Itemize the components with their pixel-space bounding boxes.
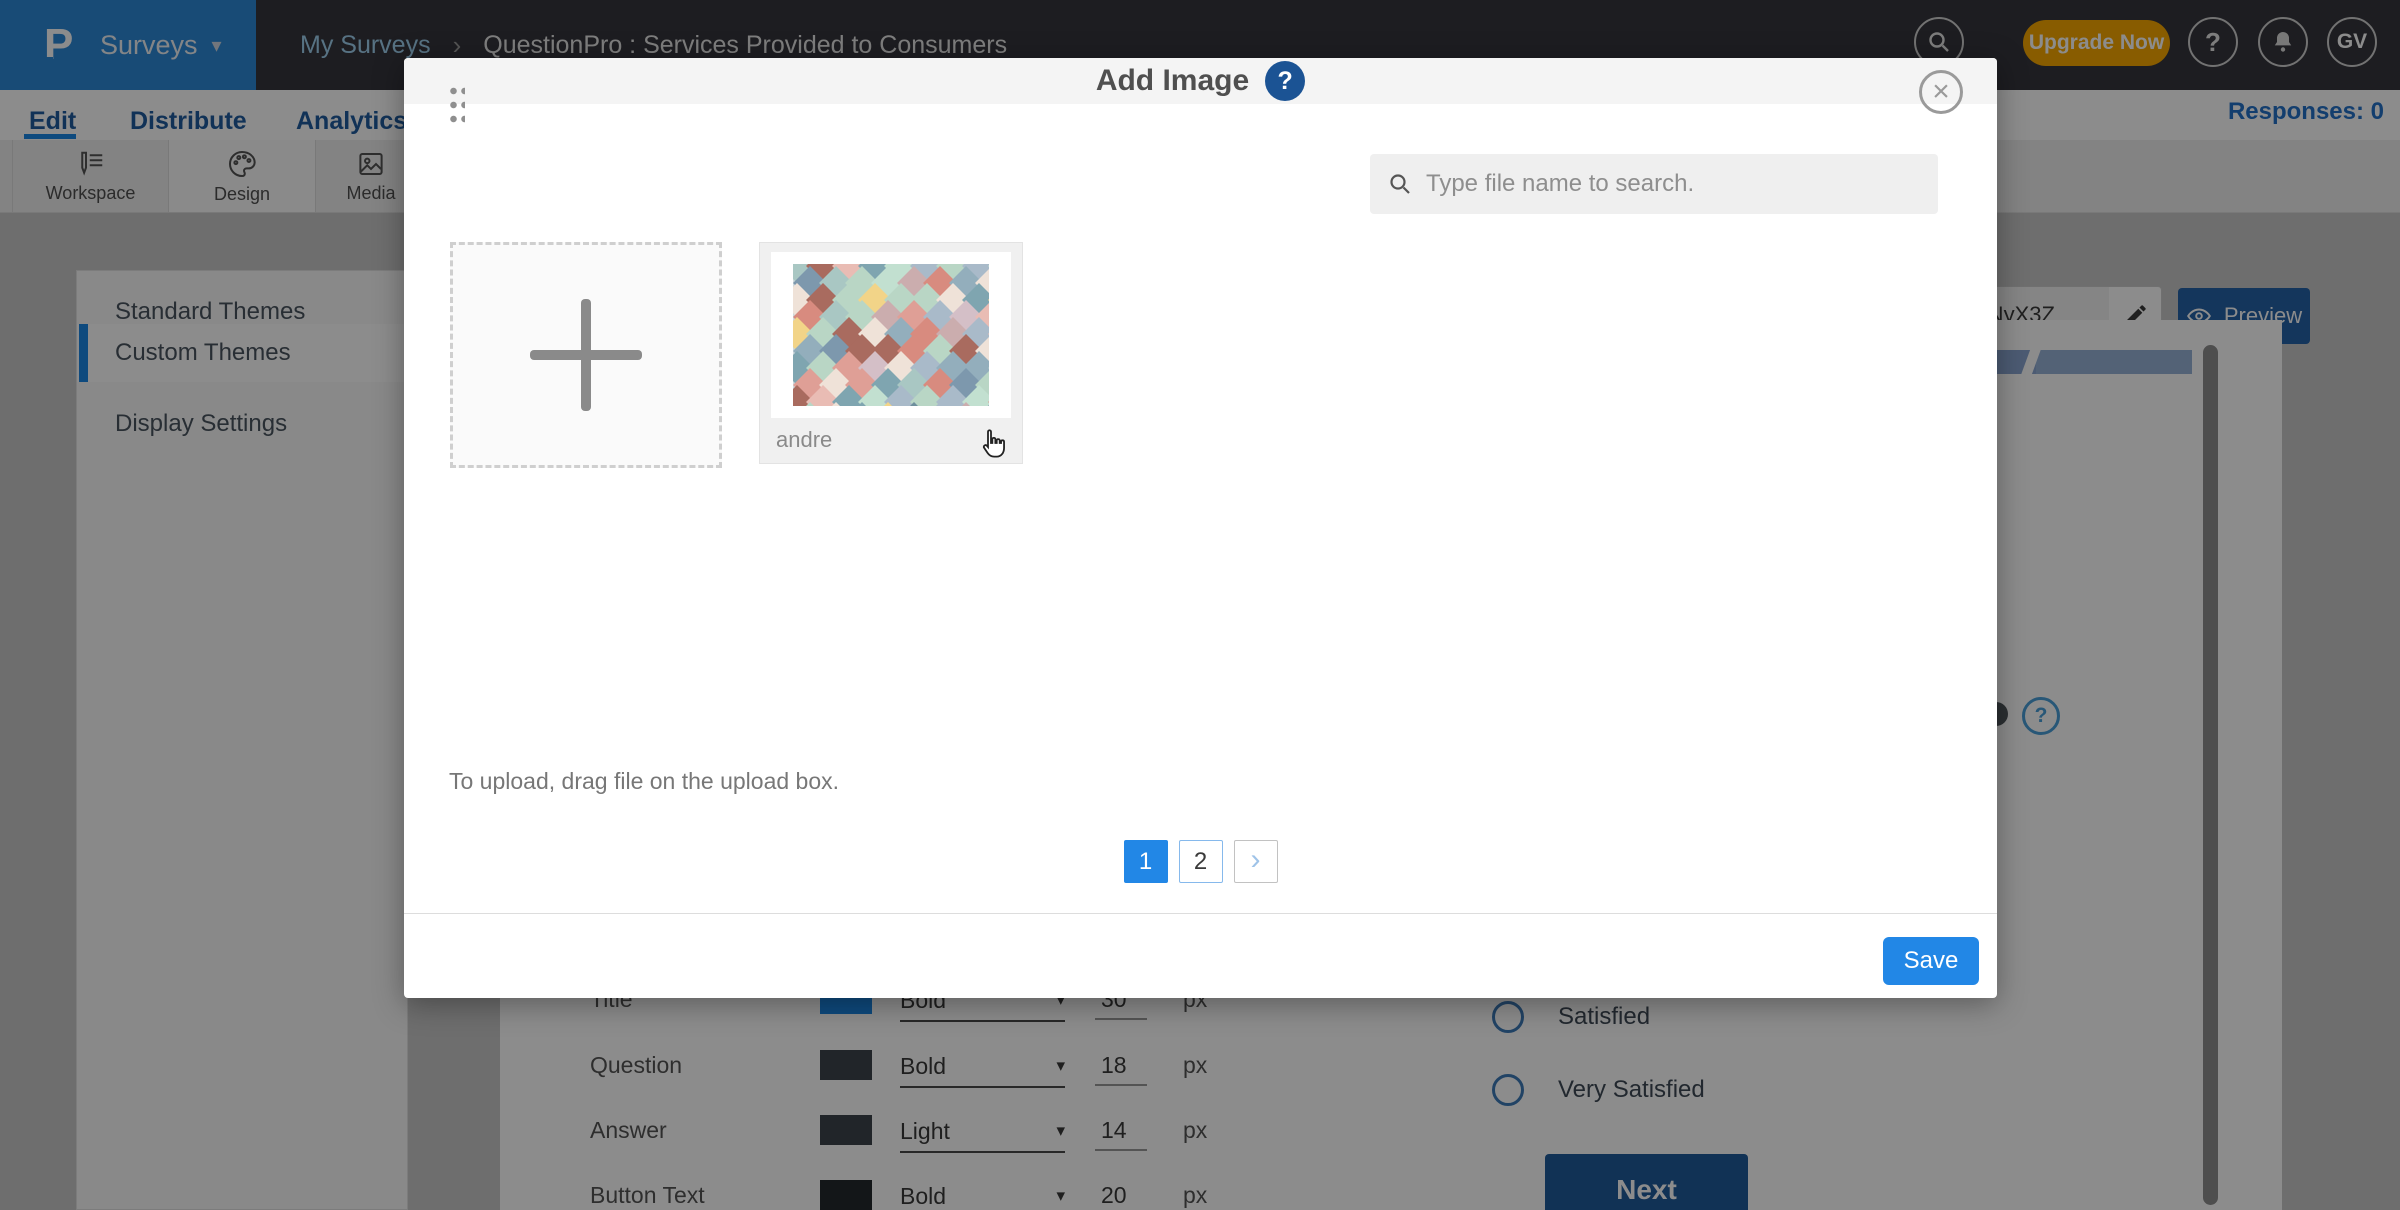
pagination: 1 2 › xyxy=(404,840,1997,883)
mosaic-image xyxy=(793,264,989,406)
upload-hint-text: To upload, drag file on the upload box. xyxy=(449,768,839,795)
image-thumbnail xyxy=(771,252,1011,418)
search-icon xyxy=(1388,172,1412,196)
modal-header: Add Image ? xyxy=(404,58,1997,104)
file-search-input[interactable] xyxy=(1424,169,1888,199)
modal-title: Add Image xyxy=(1096,64,1249,98)
drag-handle-icon[interactable] xyxy=(448,84,465,124)
image-file-name: andre xyxy=(776,427,832,453)
modal-help-icon[interactable]: ? xyxy=(1265,61,1305,101)
close-icon: × xyxy=(1932,75,1950,109)
file-search-box xyxy=(1370,154,1938,214)
modal-close-button[interactable]: × xyxy=(1919,70,1963,114)
page-next-button[interactable]: › xyxy=(1234,840,1278,883)
image-file-card[interactable]: andre xyxy=(759,242,1023,464)
add-image-modal: Add Image ? × andre To upload, drag file xyxy=(404,58,1997,998)
app-root: P Surveys ▾ My Surveys › QuestionPro : S… xyxy=(0,0,2400,1210)
page-button-2[interactable]: 2 xyxy=(1179,840,1223,883)
upload-dropzone[interactable] xyxy=(450,242,722,468)
hand-cursor-icon xyxy=(976,425,1012,461)
plus-icon xyxy=(530,299,642,411)
save-button[interactable]: Save xyxy=(1883,937,1979,985)
chevron-right-icon: › xyxy=(1251,843,1261,877)
modal-footer: Save xyxy=(404,913,1997,999)
page-button-1[interactable]: 1 xyxy=(1124,840,1168,883)
